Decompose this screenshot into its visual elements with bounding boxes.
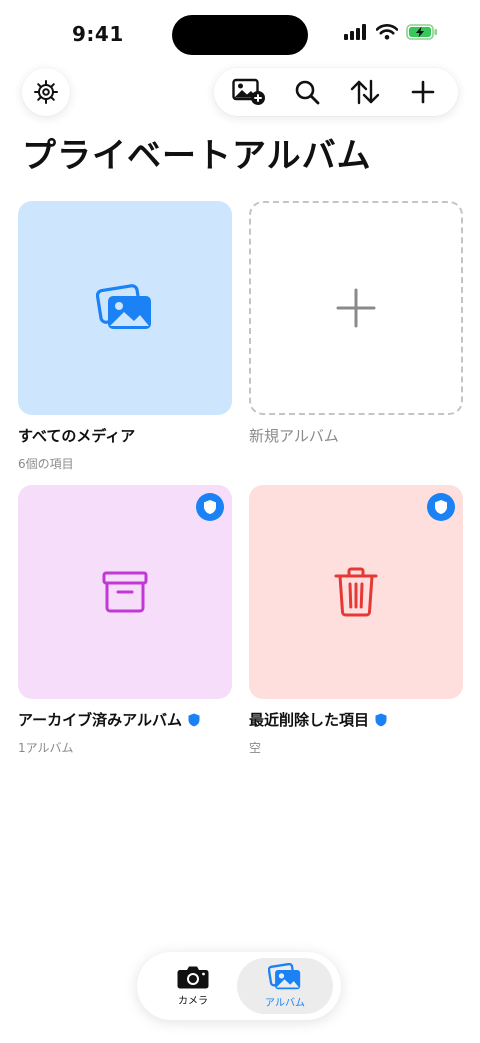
shield-icon [204,500,216,514]
new-album-button[interactable]: 新規アルバム [249,201,463,446]
plus-icon [336,288,376,328]
status-icons [344,24,438,40]
shield-icon [375,713,387,726]
trash-icon [334,567,378,617]
tab-label: カメラ [178,996,208,1007]
album-all-media[interactable]: すべてのメディア 6個の項目 [18,201,232,472]
album-name: すべてのメディア [18,427,136,445]
add-photo-icon [232,78,265,105]
wifi-icon [376,24,398,40]
sort-icon [350,79,380,105]
sort-button[interactable] [343,70,387,114]
cellular-signal-icon [344,24,366,40]
tab-album[interactable]: アルバム [237,958,333,1014]
album-tile[interactable] [18,201,232,415]
shield-icon [188,713,200,726]
shield-icon [435,500,447,514]
plus-icon [411,80,435,104]
tab-bar: カメラ アルバム [137,952,341,1020]
shield-badge [427,493,455,521]
status-bar: 9:41 [0,0,480,70]
album-name-row: 最近削除した項目 [249,709,463,730]
album-tile[interactable] [18,485,232,699]
album-tile[interactable] [249,485,463,699]
gear-icon [34,80,58,104]
add-photo-button[interactable] [227,70,271,114]
add-button[interactable] [401,70,445,114]
album-item-count: 1アルバム [18,741,74,755]
page-title: プライベートアルバム [22,136,372,176]
archive-box-icon [102,571,148,613]
search-icon [295,80,320,105]
shield-badge [196,493,224,521]
album-item-count: 6個の項目 [18,457,74,471]
photos-icon [96,284,151,329]
album-name: 最近削除した項目 [249,711,370,729]
album-item-count: 空 [249,741,262,755]
album-recently-deleted[interactable]: 最近削除した項目 空 [249,485,463,756]
search-button[interactable] [285,70,329,114]
new-album-tile[interactable] [249,201,463,415]
album-name-row: アーカイブ済みアルバム [18,709,232,730]
toolbar [214,68,458,116]
photos-icon [268,963,301,990]
dynamic-island [172,15,308,55]
battery-charging-icon [406,24,437,40]
new-album-label: 新規アルバム [249,427,339,445]
settings-button[interactable] [22,68,70,116]
tab-label: アルバム [265,998,305,1009]
album-name: アーカイブ済みアルバム [18,711,182,729]
status-time: 9:41 [72,22,124,46]
camera-icon [177,966,209,989]
album-archived[interactable]: アーカイブ済みアルバム 1アルバム [18,485,232,756]
tab-camera[interactable]: カメラ [145,958,241,1014]
